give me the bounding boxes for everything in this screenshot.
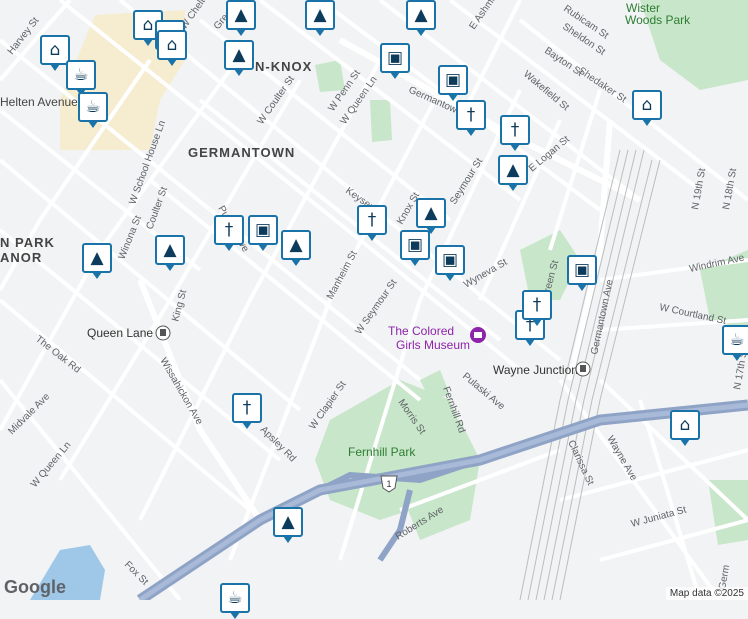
map-pin-coffee[interactable]: ☕ (66, 60, 96, 96)
map-pin-coffee[interactable]: ☕ (220, 583, 250, 619)
map-pin-shopping-bag[interactable]: ▣ (380, 43, 410, 79)
map-pin-school[interactable]: ▲ (226, 0, 256, 36)
map-pin-shopping-cart[interactable]: ⌂ (157, 30, 187, 66)
map-pin-school[interactable]: ▲ (498, 155, 528, 191)
route-shield-label: 1 (386, 479, 391, 489)
coffee-icon: ☕ (73, 64, 89, 85)
shopping-cart-icon: ⌂ (49, 39, 61, 60)
museum-icon[interactable] (470, 327, 486, 343)
map-pin-shopping-bag[interactable]: ▣ (435, 245, 465, 281)
map-pin-coffee[interactable]: ☕ (722, 325, 748, 361)
shopping-bag-icon: ▣ (444, 69, 462, 90)
place-label-germantown: GERMANTOWN (188, 145, 295, 160)
map-pin-shopping-bag[interactable]: ▣ (248, 215, 278, 251)
restaurant-icon: † (510, 119, 520, 140)
shopping-bag-icon: ▣ (386, 47, 404, 68)
restaurant-icon: † (367, 209, 377, 230)
place-label-park: N PARK (0, 235, 55, 250)
shopping-bag-icon: ▣ (406, 234, 424, 255)
restaurant-icon: † (224, 219, 234, 240)
map-pin-shopping-bag[interactable]: ▣ (567, 255, 597, 291)
street-label: Helten Avenue (0, 95, 78, 109)
coffee-icon: ☕ (729, 329, 745, 350)
map-pin-restaurant[interactable]: † (214, 215, 244, 251)
map-pin-restaurant[interactable]: † (500, 115, 530, 151)
school-icon: ▲ (232, 44, 246, 65)
shopping-cart-icon: ⌂ (142, 14, 154, 35)
school-icon: ▲ (90, 247, 104, 268)
shopping-bag-icon: ▣ (573, 259, 591, 280)
map-pin-school[interactable]: ▲ (416, 198, 446, 234)
google-logo: Google (4, 577, 66, 597)
school-icon: ▲ (313, 4, 327, 25)
park-label-wister-woods: Woods Park (625, 13, 691, 27)
map-pin-restaurant[interactable]: † (522, 290, 552, 326)
map-pin-school[interactable]: ▲ (281, 230, 311, 266)
coffee-icon: ☕ (227, 587, 243, 608)
map-pin-school[interactable]: ▲ (406, 0, 436, 36)
map-pin-school[interactable]: ▲ (82, 243, 112, 279)
restaurant-icon: † (532, 294, 542, 315)
map-pin-shopping-bag[interactable]: ▣ (438, 65, 468, 101)
train-icon[interactable] (575, 361, 591, 377)
shopping-cart-icon: ⌂ (641, 94, 653, 115)
shopping-cart-icon: ⌂ (679, 414, 691, 435)
map-pin-school[interactable]: ▲ (224, 40, 254, 76)
park-label-fernhill: Fernhill Park (348, 445, 416, 459)
school-icon: ▲ (281, 511, 295, 532)
map-pin-school[interactable]: ▲ (273, 507, 303, 543)
map-pin-restaurant[interactable]: † (456, 100, 486, 136)
school-icon: ▲ (424, 202, 438, 223)
map-pin-shopping-bag[interactable]: ▣ (400, 230, 430, 266)
map-pin-shopping-cart[interactable]: ⌂ (632, 90, 662, 126)
train-icon[interactable] (155, 325, 171, 341)
map-pin-restaurant[interactable]: † (357, 205, 387, 241)
school-icon: ▲ (506, 159, 520, 180)
place-label-manor: ANOR (0, 250, 42, 265)
school-icon: ▲ (289, 234, 303, 255)
shopping-bag-icon: ▣ (254, 219, 272, 240)
school-icon: ▲ (414, 4, 428, 25)
restaurant-icon: † (466, 104, 476, 125)
map-pin-school[interactable]: ▲ (155, 235, 185, 271)
place-label-knox: N-KNOX (255, 59, 312, 74)
restaurant-icon: † (242, 397, 252, 418)
map-pin-school[interactable]: ▲ (305, 0, 335, 36)
map-pin-restaurant[interactable]: † (232, 393, 262, 429)
poi-label-museum[interactable]: The Colored (388, 324, 454, 338)
station-label-wayne-junction: Wayne Junction (493, 363, 578, 377)
school-icon: ▲ (234, 4, 248, 25)
map-pin-coffee[interactable]: ☕ (78, 92, 108, 128)
shopping-bag-icon: ▣ (441, 249, 459, 270)
school-icon: ▲ (163, 239, 177, 260)
poi-label-museum-2: Girls Museum (396, 338, 470, 352)
station-label-queen-lane: Queen Lane (87, 326, 153, 340)
coffee-icon: ☕ (85, 96, 101, 117)
shopping-cart-icon: ⌂ (166, 34, 178, 55)
map-attribution[interactable]: Map data ©2025 (665, 587, 748, 600)
map-pin-shopping-cart[interactable]: ⌂ (670, 410, 700, 446)
